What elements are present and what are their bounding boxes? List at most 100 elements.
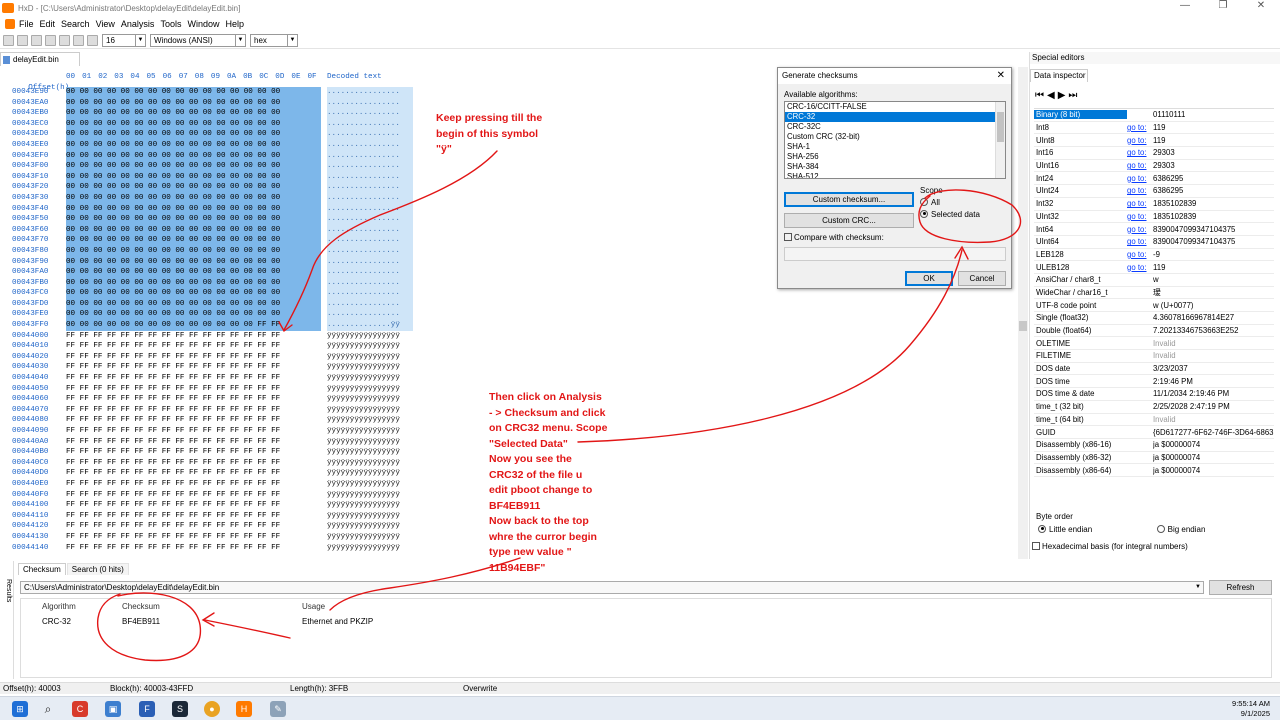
row-bytes[interactable]: 00 00 00 00 00 00 00 00 00 00 00 00 00 0…	[66, 256, 321, 268]
mode-select[interactable]: hex ▼	[250, 34, 298, 47]
row-decoded[interactable]: ÿÿÿÿÿÿÿÿÿÿÿÿÿÿÿÿ	[327, 532, 413, 543]
row-bytes[interactable]: 00 00 00 00 00 00 00 00 00 00 00 00 00 0…	[66, 97, 321, 109]
inspector-value[interactable]: 4.36078166967814E27	[1153, 313, 1274, 322]
row-bytes[interactable]: FF FF FF FF FF FF FF FF FF FF FF FF FF F…	[66, 437, 321, 448]
row-bytes[interactable]: FF FF FF FF FF FF FF FF FF FF FF FF FF F…	[66, 331, 321, 342]
goto-link[interactable]: go to:	[1127, 123, 1153, 132]
row-bytes[interactable]: 00 00 00 00 00 00 00 00 00 00 00 00 00 0…	[66, 245, 321, 257]
inspector-value[interactable]: ja $00000074	[1153, 453, 1274, 462]
scope-all-radio[interactable]	[920, 197, 928, 206]
hex-row[interactable]: 00044120 FF FF FF FF FF FF FF FF FF FF FF…	[12, 521, 432, 532]
row-bytes[interactable]: 00 00 00 00 00 00 00 00 00 00 00 00 00 0…	[66, 214, 321, 225]
row-bytes[interactable]: 00 00 00 00 00 00 00 00 00 00 00 00 00 0…	[66, 267, 321, 278]
algorithm-item[interactable]: Custom CRC (32-bit)	[785, 132, 1005, 142]
row-bytes[interactable]: FF FF FF FF FF FF FF FF FF FF FF FF FF F…	[66, 362, 321, 373]
row-bytes[interactable]: 00 00 00 00 00 00 00 00 00 00 00 00 00 0…	[66, 129, 321, 140]
row-decoded[interactable]: ................	[327, 139, 413, 151]
row-decoded[interactable]: ÿÿÿÿÿÿÿÿÿÿÿÿÿÿÿÿ	[327, 415, 413, 426]
inspector-nav-buttons[interactable]: ⏮◀▶⏭	[1035, 90, 1080, 101]
row-bytes[interactable]: FF FF FF FF FF FF FF FF FF FF FF FF FF F…	[66, 500, 321, 511]
inspector-row[interactable]: Int8 go to: 119	[1034, 122, 1274, 135]
row-decoded[interactable]: ÿÿÿÿÿÿÿÿÿÿÿÿÿÿÿÿ	[327, 405, 413, 416]
row-decoded[interactable]: ÿÿÿÿÿÿÿÿÿÿÿÿÿÿÿÿ	[327, 352, 413, 363]
hex-row[interactable]: 000440A0 FF FF FF FF FF FF FF FF FF FF FF…	[12, 437, 432, 448]
row-decoded[interactable]: ÿÿÿÿÿÿÿÿÿÿÿÿÿÿÿÿ	[327, 479, 413, 490]
inspector-row[interactable]: LEB128 go to: -9	[1034, 249, 1274, 262]
close-button[interactable]: ✕	[1242, 0, 1280, 11]
row-bytes[interactable]: 00 00 00 00 00 00 00 00 00 00 00 00 00 0…	[66, 161, 321, 172]
row-decoded[interactable]: ................	[327, 245, 413, 257]
hex-row[interactable]: 00043FC0 00 00 00 00 00 00 00 00 00 00 00…	[12, 288, 432, 299]
row-decoded[interactable]: ÿÿÿÿÿÿÿÿÿÿÿÿÿÿÿÿ	[327, 426, 413, 437]
row-decoded[interactable]: ................	[327, 288, 413, 299]
hex-row[interactable]: 000440B0 FF FF FF FF FF FF FF FF FF FF FF…	[12, 447, 432, 458]
row-bytes[interactable]: FF FF FF FF FF FF FF FF FF FF FF FF FF F…	[66, 405, 321, 416]
inspector-value[interactable]: {6D617277-6F62-746F-3D64-6863	[1153, 428, 1274, 437]
app-icon[interactable]: ✎	[270, 701, 286, 717]
hex-row[interactable]: 00043EF0 00 00 00 00 00 00 00 00 00 00 00…	[12, 150, 432, 162]
open-file-icon[interactable]	[17, 35, 28, 46]
hex-row[interactable]: 00043EB0 00 00 00 00 00 00 00 00 00 00 00…	[12, 108, 432, 119]
row-decoded[interactable]: ................	[327, 118, 413, 130]
row-decoded[interactable]: ÿÿÿÿÿÿÿÿÿÿÿÿÿÿÿÿ	[327, 341, 413, 352]
menu-file[interactable]: File	[19, 19, 34, 29]
algorithm-item[interactable]: SHA-1	[785, 142, 1005, 152]
row-bytes[interactable]: 00 00 00 00 00 00 00 00 00 00 00 00 00 0…	[66, 139, 321, 151]
hex-row[interactable]: 00043FE0 00 00 00 00 00 00 00 00 00 00 00…	[12, 309, 432, 321]
row-bytes[interactable]: FF FF FF FF FF FF FF FF FF FF FF FF FF F…	[66, 447, 321, 458]
row-decoded[interactable]: ................	[327, 203, 413, 215]
result-algorithm[interactable]: CRC-32	[42, 617, 71, 626]
row-decoded[interactable]: ÿÿÿÿÿÿÿÿÿÿÿÿÿÿÿÿ	[327, 437, 413, 448]
row-bytes[interactable]: 00 00 00 00 00 00 00 00 00 00 00 00 00 0…	[66, 171, 321, 183]
goto-link[interactable]: go to:	[1127, 212, 1153, 221]
hex-row[interactable]: 00043EA0 00 00 00 00 00 00 00 00 00 00 00…	[12, 97, 432, 109]
row-decoded[interactable]: ÿÿÿÿÿÿÿÿÿÿÿÿÿÿÿÿ	[327, 458, 413, 469]
inspector-row[interactable]: UInt32 go to: 1835102839	[1034, 211, 1274, 224]
algorithm-item[interactable]: SHA-256	[785, 152, 1005, 162]
inspector-row[interactable]: time_t (64 bit) Invalid	[1034, 414, 1274, 427]
row-bytes[interactable]: 00 00 00 00 00 00 00 00 00 00 00 00 00 0…	[66, 224, 321, 236]
inspector-row[interactable]: Disassembly (x86-16) ja $00000074	[1034, 439, 1274, 452]
row-bytes[interactable]: 00 00 00 00 00 00 00 00 00 00 00 00 00 0…	[66, 235, 321, 246]
row-bytes[interactable]: 00 00 00 00 00 00 00 00 00 00 00 00 00 0…	[66, 108, 321, 119]
hex-row[interactable]: 00044060 FF FF FF FF FF FF FF FF FF FF FF…	[12, 394, 432, 405]
row-decoded[interactable]: ................	[327, 224, 413, 236]
inspector-row[interactable]: WideChar / char16_t 瑷	[1034, 287, 1274, 300]
hex-row[interactable]: 00043F40 00 00 00 00 00 00 00 00 00 00 00…	[12, 203, 432, 215]
row-decoded[interactable]: ÿÿÿÿÿÿÿÿÿÿÿÿÿÿÿÿ	[327, 511, 413, 522]
row-decoded[interactable]: ÿÿÿÿÿÿÿÿÿÿÿÿÿÿÿÿ	[327, 500, 413, 511]
hex-row[interactable]: 00043F50 00 00 00 00 00 00 00 00 00 00 00…	[12, 214, 432, 225]
inspector-value[interactable]: 1835102839	[1153, 212, 1274, 221]
inspector-value[interactable]: 29303	[1153, 161, 1274, 170]
hex-row[interactable]: 00044070 FF FF FF FF FF FF FF FF FF FF FF…	[12, 405, 432, 416]
chrome-icon[interactable]: ●	[204, 701, 220, 717]
inspector-value[interactable]: 01110111	[1153, 110, 1274, 119]
custom-checksum-button[interactable]: Custom checksum...	[784, 192, 914, 207]
hex-row[interactable]: 00044000 FF FF FF FF FF FF FF FF FF FF FF…	[12, 331, 432, 342]
inspector-value[interactable]: 11/1/2034 2:19:46 PM	[1153, 389, 1274, 398]
compare-input[interactable]	[784, 247, 1006, 261]
cancel-button[interactable]: Cancel	[958, 271, 1006, 286]
row-decoded[interactable]: ................	[327, 192, 413, 204]
inspector-row[interactable]: DOS date 3/23/2037	[1034, 363, 1274, 376]
row-bytes[interactable]: FF FF FF FF FF FF FF FF FF FF FF FF FF F…	[66, 532, 321, 543]
minimize-button[interactable]: —	[1166, 0, 1204, 11]
hex-row[interactable]: 00044040 FF FF FF FF FF FF FF FF FF FF FF…	[12, 373, 432, 384]
row-decoded[interactable]: ................	[327, 298, 413, 310]
hex-row[interactable]: 00043FD0 00 00 00 00 00 00 00 00 00 00 00…	[12, 298, 432, 310]
inspector-value[interactable]: 8390047099347104375	[1153, 237, 1274, 246]
goto-link[interactable]: go to:	[1127, 148, 1153, 157]
goto-link[interactable]: go to:	[1127, 263, 1153, 272]
row-bytes[interactable]: FF FF FF FF FF FF FF FF FF FF FF FF FF F…	[66, 341, 321, 352]
inspector-row[interactable]: UInt64 go to: 8390047099347104375	[1034, 236, 1274, 249]
goto-link[interactable]: go to:	[1127, 186, 1153, 195]
inspector-row[interactable]: DOS time & date 11/1/2034 2:19:46 PM	[1034, 388, 1274, 401]
result-checksum[interactable]: BF4EB911	[122, 617, 160, 626]
inspector-row[interactable]: GUID {6D617277-6F62-746F-3D64-6863	[1034, 426, 1274, 439]
row-bytes[interactable]: FF FF FF FF FF FF FF FF FF FF FF FF FF F…	[66, 521, 321, 532]
inspector-row[interactable]: Disassembly (x86-32) ja $00000074	[1034, 452, 1274, 465]
inspector-value[interactable]: 2/25/2028 2:47:19 PM	[1153, 402, 1274, 411]
inspector-row[interactable]: OLETIME Invalid	[1034, 337, 1274, 351]
menu-help[interactable]: Help	[225, 19, 244, 29]
inspector-value[interactable]: 瑷	[1153, 287, 1274, 298]
